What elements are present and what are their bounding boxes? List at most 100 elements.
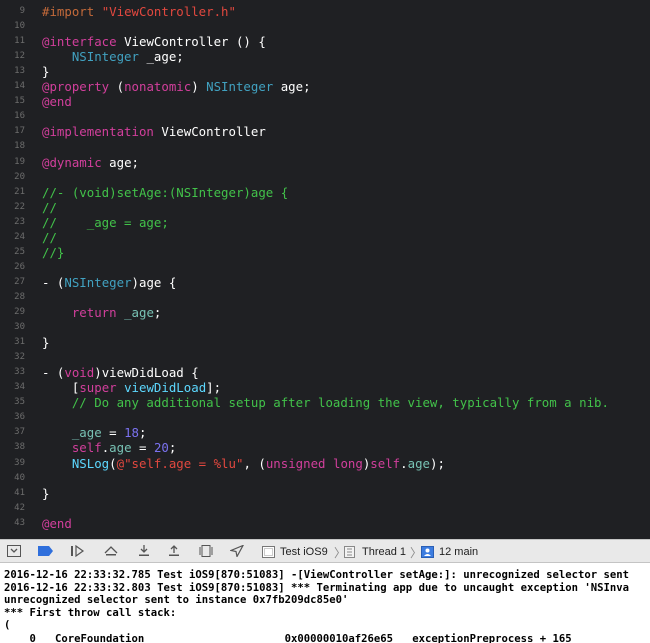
code-token: ) [191,79,207,95]
code-line[interactable]: 38 self.age = 20; [0,440,650,455]
code-token: )age { [131,274,177,290]
breadcrumb-target[interactable]: Test iOS9 [262,544,328,559]
hide-debug-area-icon[interactable] [6,544,22,558]
line-number: 26 [14,261,25,272]
code-token: unsigned long [265,455,363,471]
code-text: @dynamic age; [42,155,139,170]
code-line[interactable]: 28 [0,290,650,305]
code-token: viewDidLoad [124,380,207,396]
code-line[interactable]: 16 [0,109,650,124]
code-line[interactable]: 19 @dynamic age; [0,155,650,170]
code-line[interactable]: 26 [0,260,650,275]
console-line: ( [4,619,11,631]
line-number: 40 [14,472,25,483]
step-into-icon[interactable] [136,544,152,558]
code-line[interactable]: 29 return _age; [0,305,650,320]
code-token: // [42,229,57,245]
code-line[interactable]: 15 @end [0,94,650,109]
code-text: _age = 18; [42,425,147,441]
code-token: age; [101,154,139,170]
code-line[interactable]: 20 [0,170,650,185]
code-text: - (void)viewDidLoad { [42,365,199,380]
code-token: @implementation [42,124,154,140]
code-line[interactable]: 41} [0,486,650,501]
breadcrumb-thread-label: Thread 1 [362,545,407,558]
code-token: @end [42,94,72,110]
code-line[interactable]: 17 @implementation ViewController [0,124,650,139]
code-line[interactable]: 40 [0,471,650,486]
code-line[interactable]: 32 [0,350,650,365]
code-text: @end [42,516,72,531]
step-out-icon[interactable] [166,544,182,558]
code-text: // [42,200,57,215]
simulate-location-icon[interactable] [229,544,245,558]
line-number: 24 [14,231,25,242]
code-line[interactable]: 43 @end [0,516,650,531]
line-number: 20 [14,171,25,182]
console-line: *** First throw call stack: [4,606,177,619]
code-token: ; [153,305,162,320]
code-line[interactable]: 25 //} [0,245,650,260]
code-token: ( [109,455,117,471]
breadcrumb-frame-label: 12 main [439,545,479,558]
code-line[interactable]: 13} [0,64,650,79]
line-number: 10 [14,21,25,32]
code-token: "ViewController.h" [101,4,236,19]
code-line[interactable]: 42 [0,501,650,516]
line-number: 11 [14,36,25,47]
code-token: 18 [124,425,139,441]
code-line[interactable]: 31} [0,335,650,350]
code-text: // _age = age; [42,215,169,230]
code-token: void [64,365,95,381]
code-line[interactable]: 10 [0,19,650,34]
line-number: 27 [14,276,25,287]
line-number: 43 [14,517,25,528]
line-number: 30 [14,322,25,333]
code-editor[interactable]: 9 #import "ViewController.h" 10 11 @interfac… [0,0,650,536]
code-token: // _age = age; [42,214,169,230]
code-token: ]; [206,380,222,396]
code-token: // [42,199,57,215]
line-number: 15 [14,96,25,107]
code-line[interactable]: 39 NSLog(@"self.age = %lu", (unsigned lo… [0,456,650,471]
code-line[interactable]: 37 _age = 18; [0,425,650,440]
code-text: NSInteger _age; [42,49,184,64]
code-line[interactable]: 11 @interface ViewController () { [0,34,650,49]
code-token: . [400,455,408,471]
continue-icon[interactable] [70,544,86,558]
code-line[interactable]: 30 [0,320,650,335]
breadcrumb-thread[interactable]: Thread 1 [344,544,406,559]
code-line[interactable]: 27 - (NSInteger)age { [0,275,650,290]
line-number: 32 [14,352,25,363]
line-number: 28 [14,291,25,302]
debug-view-hierarchy-icon[interactable] [198,544,214,558]
line-number: 39 [14,457,25,468]
code-line[interactable]: 24 // [0,230,650,245]
code-line[interactable]: 34 [super viewDidLoad]; [0,380,650,395]
code-text: } [42,486,49,501]
code-line[interactable]: 9 #import "ViewController.h" [0,4,650,19]
code-line[interactable]: 36 [0,410,650,425]
code-line[interactable]: 12 NSInteger _age; [0,49,650,64]
breadcrumb-frame[interactable]: 12 main [421,544,478,559]
code-line[interactable]: 14 @property (nonatomic) NSInteger age; [0,79,650,94]
code-token: () { [228,34,266,50]
code-line[interactable]: 18 [0,139,650,154]
step-over-icon[interactable] [103,544,119,558]
code-token: ( [109,79,125,95]
code-line[interactable]: 35 // Do any additional setup after load… [0,395,650,410]
breakpoints-toggle-icon[interactable] [38,544,54,558]
line-number: 29 [14,307,25,317]
console-output[interactable]: 2016-12-16 22:33:32.785 Test iOS9[870:51… [0,563,650,643]
code-line[interactable]: 23 // _age = age; [0,215,650,230]
code-token: , ( [243,455,266,471]
code-token: )viewDidLoad { [94,365,199,381]
line-number: 37 [14,427,25,438]
code-line[interactable]: 21 //- (void)setAge:(NSInteger)age { [0,185,650,200]
code-line[interactable]: 33 - (void)viewDidLoad { [0,365,650,380]
code-text: self.age = 20; [42,440,176,455]
code-line[interactable]: 22 // [0,200,650,215]
